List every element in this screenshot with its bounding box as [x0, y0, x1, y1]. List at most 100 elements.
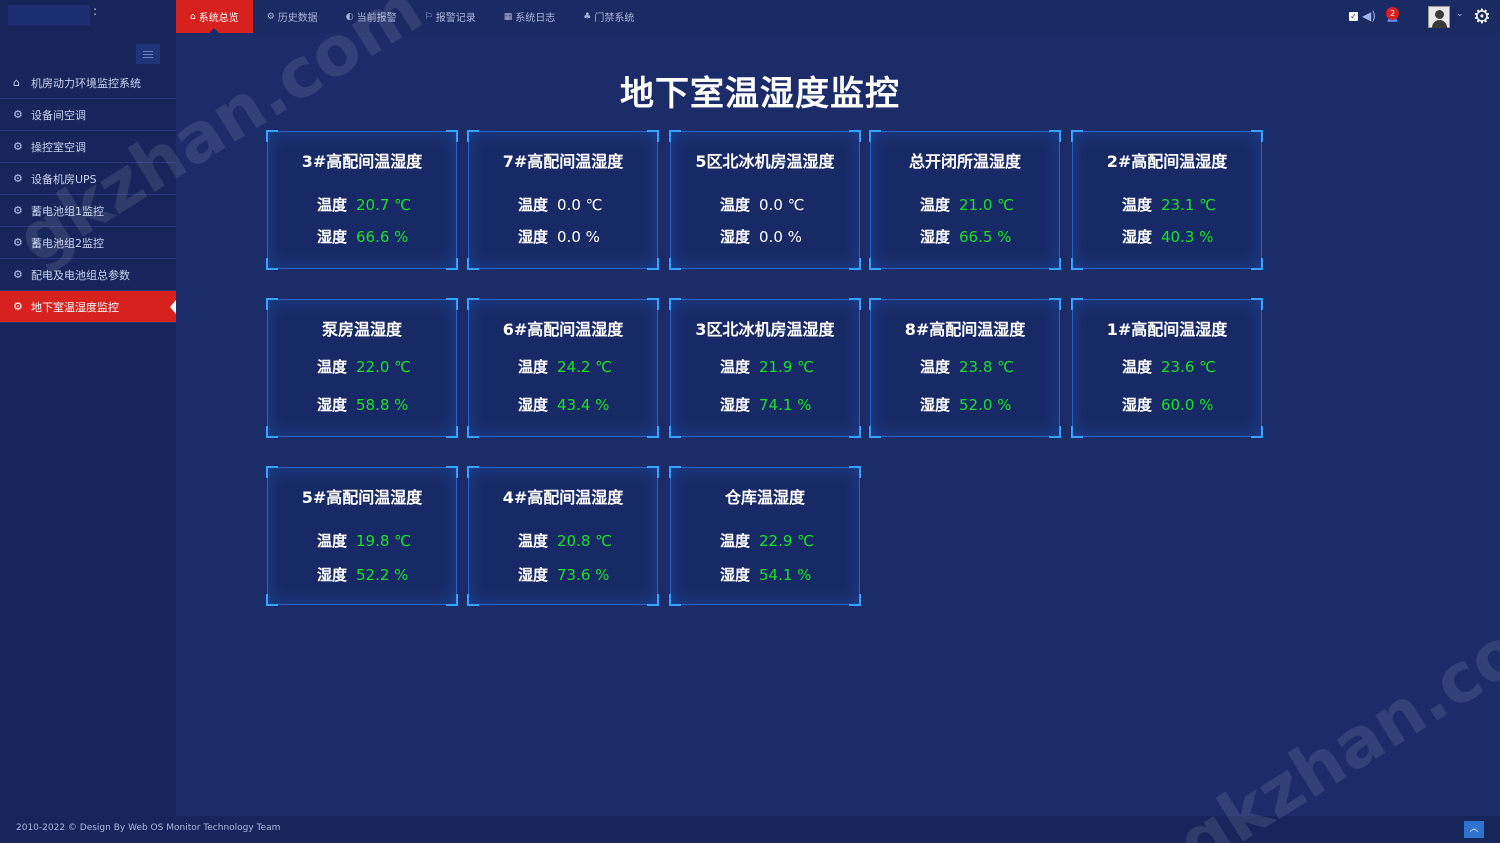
- nav-tab[interactable]: ⌂ 系统总览: [176, 0, 253, 33]
- sidebar-item-label: 地下室温湿度监控: [31, 300, 119, 314]
- watermark: gkzhan.com: [1164, 574, 1500, 843]
- sidebar-item-label: 设备机房UPS: [31, 172, 97, 186]
- card-title: 总开闭所温湿度: [908, 152, 1021, 171]
- sensor-card[interactable]: 5#高配间温湿度 温度 19.8 ℃ 湿度 52.2 %: [266, 466, 458, 606]
- nav-tab[interactable]: ⚐ 报警记录: [411, 0, 490, 33]
- avatar[interactable]: [1428, 6, 1450, 28]
- temperature-label: 温度: [720, 532, 751, 550]
- card-corner: [266, 466, 278, 478]
- checkbox-icon[interactable]: ✓: [1349, 12, 1358, 21]
- nav-tab[interactable]: ▦ 系统日志: [490, 0, 570, 33]
- logo[interactable]: [8, 5, 90, 25]
- sensor-card[interactable]: 8#高配间温湿度 温度 23.8 ℃ 湿度 52.0 %: [869, 298, 1061, 438]
- sidebar: ⌂ 机房动力环境监控系统 ⚙ 设备间空调 ⚙ 操控室空调 ⚙ 设备机房UPS ⚙ 蓄电池组1监控 ⚙…: [0, 33, 176, 816]
- temperature-label: 温度: [518, 532, 549, 550]
- sensor-card[interactable]: 总开闭所温湿度 温度 21.0 ℃ 湿度 66.5 %: [869, 130, 1061, 270]
- card-corner: [669, 426, 681, 438]
- sensor-card[interactable]: 5区北冰机房温湿度 温度 0.0 ℃ 湿度 0.0 %: [669, 130, 861, 270]
- sidebar-item[interactable]: ⚙ 地下室温湿度监控: [0, 291, 176, 323]
- temperature-label: 温度: [317, 358, 348, 376]
- home-icon: ⌂: [190, 11, 196, 22]
- humidity-row: 湿度 43.4 %: [518, 394, 609, 415]
- temperature-label: 温度: [518, 196, 549, 214]
- sidebar-item[interactable]: ⌂ 机房动力环境监控系统: [0, 67, 176, 99]
- sensor-card[interactable]: 4#高配间温湿度 温度 20.8 ℃ 湿度 73.6 %: [467, 466, 659, 606]
- humidity-value: 60.0 %: [1161, 396, 1214, 414]
- humidity-value: 74.1 %: [759, 396, 812, 414]
- nav-tab[interactable]: ◐ 当前报警: [332, 0, 411, 33]
- card-corner: [266, 298, 278, 310]
- card-corner: [647, 130, 659, 142]
- humidity-value: 52.2 %: [356, 566, 409, 584]
- sidebar-item[interactable]: ⚙ 设备间空调: [0, 99, 176, 131]
- sidebar-item[interactable]: ⚙ 蓄电池组2监控: [0, 227, 176, 259]
- nav-tab[interactable]: ⚙ 历史数据: [253, 0, 332, 33]
- humidity-row: 湿度 54.1 %: [720, 564, 811, 585]
- sensor-card[interactable]: 泵房温湿度 温度 22.0 ℃ 湿度 58.8 %: [266, 298, 458, 438]
- nav-tab-label: 当前报警: [356, 13, 397, 24]
- humidity-row: 湿度 58.8 %: [317, 394, 408, 415]
- nav-tab[interactable]: ♣ 门禁系统: [569, 0, 648, 33]
- humidity-label: 湿度: [1122, 396, 1153, 414]
- temperature-value: 0.0 ℃: [759, 196, 805, 214]
- temperature-row: 温度 22.0 ℃: [317, 356, 411, 377]
- humidity-row: 湿度 52.0 %: [920, 394, 1011, 415]
- sensor-card[interactable]: 3#高配间温湿度 温度 20.7 ℃ 湿度 66.6 %: [266, 130, 458, 270]
- card-corner: [669, 258, 681, 270]
- temperature-label: 温度: [1122, 358, 1153, 376]
- card-corner: [1049, 426, 1061, 438]
- card-title: 仓库温湿度: [724, 488, 805, 507]
- alarm-count-badge: 2: [1386, 7, 1399, 20]
- sensor-card[interactable]: 2#高配间温湿度 温度 23.1 ℃ 湿度 40.3 %: [1071, 130, 1263, 270]
- sensor-card[interactable]: 7#高配间温湿度 温度 0.0 ℃ 湿度 0.0 %: [467, 130, 659, 270]
- card-corner: [849, 130, 861, 142]
- card-corner: [467, 258, 479, 270]
- sidebar-item[interactable]: ⚙ 操控室空调: [0, 131, 176, 163]
- chevron-down-icon[interactable]: ⌄: [1456, 9, 1464, 19]
- footer: 2010-2022 © Design By Web OS Monitor Tec…: [0, 816, 1500, 843]
- card-corner: [467, 426, 479, 438]
- temperature-value: 23.6 ℃: [1161, 358, 1217, 376]
- temperature-value: 22.9 ℃: [759, 532, 815, 550]
- sensor-card[interactable]: 6#高配间温湿度 温度 24.2 ℃ 湿度 43.4 %: [467, 298, 659, 438]
- copyright-text: 2010-2022 © Design By Web OS Monitor Tec…: [16, 823, 281, 833]
- card-corner: [266, 594, 278, 606]
- speaker-icon[interactable]: ◀): [1362, 9, 1376, 23]
- temperature-row: 温度 0.0 ℃: [518, 194, 602, 215]
- sensor-card[interactable]: 3区北冰机房温湿度 温度 21.9 ℃ 湿度 74.1 %: [669, 298, 861, 438]
- sensor-card[interactable]: 仓库温湿度温度 22.9 ℃ 湿度 54.1 %: [669, 466, 861, 606]
- card-corner: [266, 258, 278, 270]
- adjust-icon: ◐: [345, 11, 354, 22]
- sidebar-item[interactable]: ⚙ 配电及电池组总参数: [0, 259, 176, 291]
- temperature-value: 20.7 ℃: [356, 196, 412, 214]
- sidebar-item[interactable]: ⚙ 设备机房UPS: [0, 163, 176, 195]
- sidebar-item[interactable]: ⚙ 蓄电池组1监控: [0, 195, 176, 227]
- humidity-label: 湿度: [317, 396, 348, 414]
- logo-separator: :: [93, 4, 98, 18]
- sidebar-item-label: 操控室空调: [31, 140, 86, 154]
- card-title: 7#高配间温湿度: [502, 152, 624, 171]
- temperature-label: 温度: [720, 358, 751, 376]
- card-corner: [869, 258, 881, 270]
- card-corner: [1251, 258, 1263, 270]
- humidity-label: 湿度: [920, 396, 951, 414]
- temperature-row: 温度 22.9 ℃: [720, 530, 814, 551]
- temperature-row: 温度 0.0 ℃: [720, 194, 804, 215]
- sensor-card[interactable]: 1#高配间温湿度 温度 23.6 ℃ 湿度 60.0 %: [1071, 298, 1263, 438]
- humidity-value: 0.0 %: [557, 228, 600, 246]
- menu-toggle-button[interactable]: [136, 44, 160, 64]
- nav-tab-label: 历史数据: [277, 13, 318, 24]
- sidebar-item-label: 机房动力环境监控系统: [31, 76, 141, 90]
- back-to-top-button[interactable]: ︿: [1464, 821, 1484, 838]
- gear-icon[interactable]: ⚙: [1473, 4, 1491, 28]
- cogs-icon: ⚙: [13, 172, 23, 185]
- humidity-value: 52.0 %: [959, 396, 1012, 414]
- cogs-icon: ⚙: [13, 300, 23, 313]
- card-corner: [849, 466, 861, 478]
- logo-area: :: [0, 0, 176, 33]
- temperature-value: 22.0 ℃: [356, 358, 412, 376]
- temperature-value: 23.8 ℃: [959, 358, 1015, 376]
- humidity-label: 湿度: [920, 228, 951, 246]
- cogs-icon: ⚙: [13, 236, 23, 249]
- sidebar-menu: ⌂ 机房动力环境监控系统 ⚙ 设备间空调 ⚙ 操控室空调 ⚙ 设备机房UPS ⚙ 蓄电池组1监控 ⚙…: [0, 67, 176, 323]
